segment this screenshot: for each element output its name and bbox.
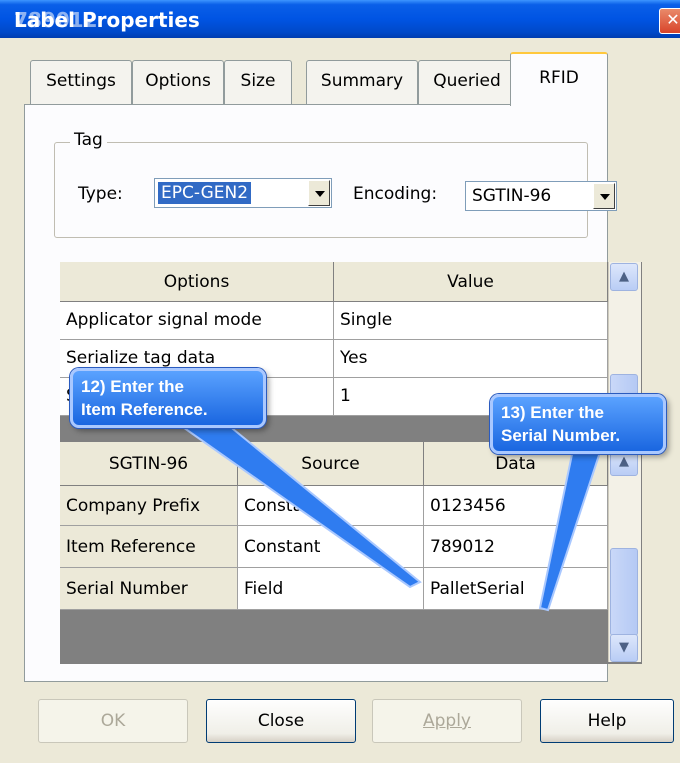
item-reference-data-cell[interactable]: 789012 (424, 526, 608, 568)
title-ghost-text: 789012 (14, 8, 98, 32)
ok-button[interactable]: OK (38, 699, 188, 743)
source-cell[interactable]: Constant (238, 526, 424, 568)
callout-13-line1: 13) Enter the (501, 403, 604, 422)
callout-item-reference: 12) Enter the Item Reference. (70, 368, 266, 428)
apply-button[interactable]: Apply (372, 699, 522, 743)
encoding-select-value: SGTIN-96 (472, 186, 552, 206)
type-select[interactable]: EPC-GEN2 (154, 178, 332, 208)
sgtin-field-cell: Item Reference (60, 526, 238, 568)
options-header: Options (60, 262, 334, 302)
callout-serial-number: 13) Enter the Serial Number. (490, 394, 666, 454)
help-button[interactable]: Help (540, 699, 674, 743)
tab-queried[interactable]: Queried (418, 60, 516, 104)
sgtin-grid: SGTIN-96 Source Data Company Prefix Cons… (60, 442, 642, 664)
scroll-down-icon[interactable]: ▼ (610, 634, 638, 662)
option-value-cell[interactable]: Single (334, 302, 608, 340)
sgtin-field-cell: Company Prefix (60, 486, 238, 526)
tab-options[interactable]: Options (132, 60, 224, 104)
option-name-cell: Applicator signal mode (60, 302, 334, 340)
source-cell[interactable]: Constant (238, 486, 424, 526)
chevron-down-icon[interactable] (593, 183, 615, 209)
option-value-cell[interactable]: Yes (334, 340, 608, 378)
scroll-thumb[interactable] (610, 548, 638, 636)
serial-number-data-cell[interactable]: PalletSerial (424, 568, 608, 610)
callout-12-line2: Item Reference. (81, 400, 208, 419)
callout-12-line1: 12) Enter the (81, 377, 184, 396)
chevron-down-icon[interactable] (308, 180, 330, 206)
tab-settings[interactable]: Settings (30, 60, 132, 104)
sgtin-header: SGTIN-96 (60, 442, 238, 486)
source-cell[interactable]: Field (238, 568, 424, 610)
value-header: Value (334, 262, 608, 302)
tab-rfid[interactable]: RFID (510, 52, 608, 106)
tab-summary[interactable]: Summary (306, 60, 418, 104)
sgtin-field-cell: Serial Number (60, 568, 238, 610)
source-header: Source (238, 442, 424, 486)
close-window-icon[interactable]: ✕ (659, 8, 680, 34)
tab-size[interactable]: Size (224, 60, 292, 104)
encoding-label: Encoding: (353, 184, 438, 204)
scroll-up-icon[interactable]: ▲ (610, 263, 638, 291)
data-cell[interactable]: 0123456 (424, 486, 608, 526)
type-label: Type: (78, 184, 123, 204)
close-button[interactable]: Close (206, 699, 356, 743)
tag-group-legend: Tag (70, 130, 107, 150)
callout-13-line2: Serial Number. (501, 426, 621, 445)
sgtin-scrollbar[interactable]: ▲ ▼ (608, 442, 641, 662)
encoding-select[interactable]: SGTIN-96 (465, 181, 617, 211)
type-select-value: EPC-GEN2 (156, 181, 253, 205)
